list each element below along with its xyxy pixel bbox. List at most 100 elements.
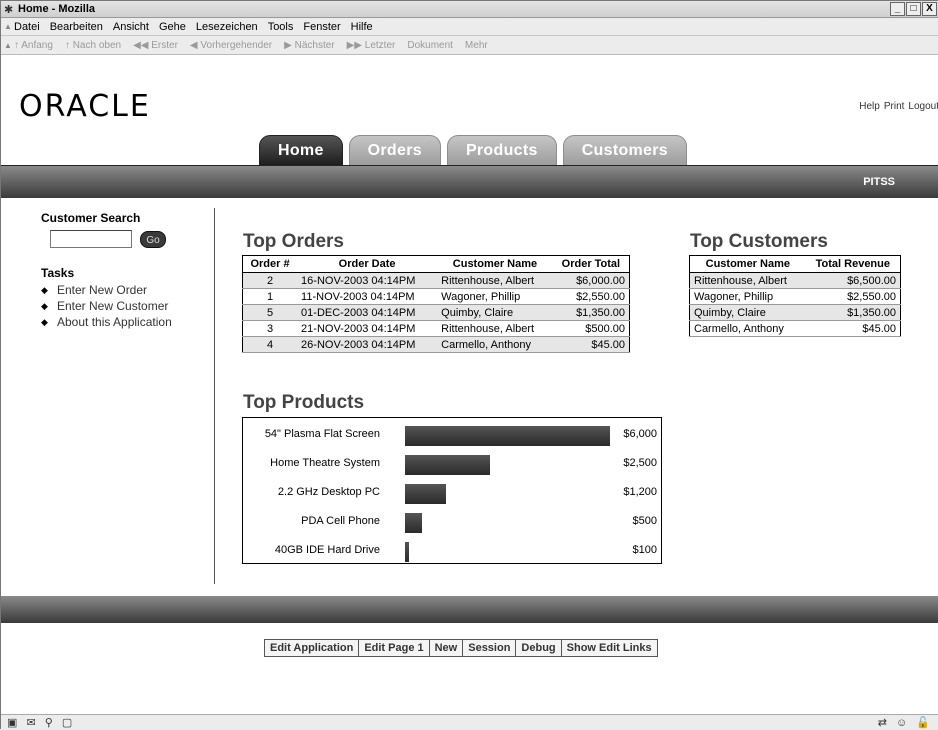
nav-next[interactable]: ▶ Nächster <box>284 40 334 51</box>
show-edit-links-link[interactable]: Show Edit Links <box>562 640 657 656</box>
product-row: Home Theatre System $2,500 <box>243 454 663 475</box>
vertical-divider <box>214 208 215 584</box>
table-cell: $45.00 <box>805 320 901 337</box>
print-link[interactable]: Print <box>884 101 905 112</box>
tab-orders[interactable]: Orders <box>348 135 441 165</box>
edit-page-link[interactable]: Edit Page 1 <box>359 640 430 656</box>
developer-toolbar: Edit Application Edit Page 1 New Session… <box>264 639 658 657</box>
site-navigation-bar: ▲ ↑ Anfang ↑ Nach oben ◀◀ Erster ◀ Vorhe… <box>1 36 938 55</box>
help-link[interactable]: Help <box>859 101 880 112</box>
table-cell: $2,550.00 <box>552 288 630 305</box>
top-customers-title: Top Customers <box>690 231 828 252</box>
main-tabs: Home Orders Products Customers <box>259 135 687 165</box>
menu-gehe[interactable]: Gehe <box>159 21 186 33</box>
table-cell: Quimby, Claire <box>437 304 553 321</box>
tab-customers[interactable]: Customers <box>562 135 687 165</box>
table-cell: Wagoner, Phillip <box>437 288 553 305</box>
browser-window: ✱ Home - Mozilla _ □ X ▲ Datei Bearbeite… <box>0 0 938 730</box>
product-row: 54" Plasma Flat Screen $6,000 <box>243 425 663 446</box>
column-header[interactable]: Order Date <box>297 255 438 273</box>
column-header[interactable]: Customer Name <box>437 255 553 273</box>
table-cell: 16-NOV-2003 04:14PM <box>297 272 438 289</box>
table-row: Quimby, Claire $1,350.00 <box>689 304 901 321</box>
status-left-icons[interactable]: ▣ ✉ ⚲ ▢ <box>7 716 75 729</box>
menu-ansicht[interactable]: Ansicht <box>113 21 149 33</box>
menu-bar: ▲ Datei Bearbeiten Ansicht Gehe Lesezeic… <box>1 18 938 36</box>
nav-more[interactable]: Mehr <box>465 40 488 51</box>
tab-products[interactable]: Products <box>446 135 557 165</box>
table-cell: $6,500.00 <box>805 272 901 289</box>
maximize-button[interactable]: □ <box>906 2 921 16</box>
debug-link[interactable]: Debug <box>516 640 562 656</box>
product-bar <box>405 513 422 533</box>
tasks-title: Tasks <box>41 266 75 280</box>
nav-previous[interactable]: ◀ Vorhergehender <box>190 40 272 51</box>
table-cell: 2 <box>242 272 298 289</box>
tab-home[interactable]: Home <box>259 135 343 165</box>
table-cell: 21-NOV-2003 04:14PM <box>297 320 438 337</box>
page-content: ORACLE Help Print Logout Home Orders Pro… <box>1 55 938 714</box>
table-row: 3 21-NOV-2003 04:14PM Rittenhouse, Albert $… <box>242 320 630 337</box>
new-link[interactable]: New <box>430 640 464 656</box>
table-row: Carmello, Anthony $45.00 <box>689 320 901 337</box>
table-cell: 11-NOV-2003 04:14PM <box>297 288 438 305</box>
footer-band <box>1 596 938 623</box>
current-user: PITSS <box>863 176 895 188</box>
nav-document[interactable]: Dokument <box>407 40 453 51</box>
product-label[interactable]: PDA Cell Phone <box>301 515 380 527</box>
customer-search-title: Customer Search <box>41 211 141 225</box>
table-cell: Carmello, Anthony <box>437 336 553 353</box>
top-products-title: Top Products <box>243 392 365 413</box>
nav-first[interactable]: ◀◀ Erster <box>133 40 178 51</box>
table-row: 4 26-NOV-2003 04:14PM Carmello, Anthony $45… <box>242 336 630 353</box>
task-enter-new-order[interactable]: Enter New Order <box>41 282 211 298</box>
customer-search-input[interactable] <box>50 230 132 248</box>
column-header[interactable]: Total Revenue <box>805 255 901 273</box>
product-label[interactable]: Home Theatre System <box>270 457 380 469</box>
table-cell: 4 <box>242 336 298 353</box>
table-cell: Carmello, Anthony <box>689 320 806 337</box>
table-cell: Rittenhouse, Albert <box>689 272 806 289</box>
table-cell: $45.00 <box>552 336 630 353</box>
menu-datei[interactable]: Datei <box>14 21 40 33</box>
table-cell: Quimby, Claire <box>689 304 806 321</box>
close-button[interactable]: X <box>922 2 937 16</box>
session-link[interactable]: Session <box>463 640 517 656</box>
table-cell: 26-NOV-2003 04:14PM <box>297 336 438 353</box>
column-header[interactable]: Customer Name <box>689 255 806 273</box>
product-value: $1,200 <box>623 486 657 498</box>
edit-application-link[interactable]: Edit Application <box>265 640 360 656</box>
task-about-application[interactable]: About this Application <box>41 314 211 330</box>
go-button[interactable]: Go <box>140 230 166 248</box>
table-cell: $6,000.00 <box>552 272 630 289</box>
table-cell: $2,550.00 <box>805 288 901 305</box>
toolbar-grip-icon[interactable]: ▲ <box>4 22 12 31</box>
header-band: PITSS <box>1 165 938 198</box>
product-label[interactable]: 40GB IDE Hard Drive <box>275 544 380 556</box>
column-header[interactable]: Order # <box>242 255 298 273</box>
product-row: 2.2 GHz Desktop PC $1,200 <box>243 483 663 504</box>
sidebar: Customer Search Go Tasks Enter New Order… <box>41 211 211 330</box>
utility-links: Help Print Logout <box>859 101 938 112</box>
product-value: $500 <box>632 515 657 527</box>
product-label[interactable]: 2.2 GHz Desktop PC <box>278 486 380 498</box>
menu-lesezeichen[interactable]: Lesezeichen <box>196 21 258 33</box>
logout-link[interactable]: Logout <box>908 101 938 112</box>
column-header[interactable]: Order Total <box>552 255 630 273</box>
menu-bearbeiten[interactable]: Bearbeiten <box>50 21 103 33</box>
menu-tools[interactable]: Tools <box>268 21 294 33</box>
toolbar-grip-icon[interactable]: ▲ <box>4 41 12 50</box>
menu-hilfe[interactable]: Hilfe <box>351 21 373 33</box>
table-row: 5 01-DEC-2003 04:14PM Quimby, Claire $1,350… <box>242 304 630 321</box>
task-enter-new-customer[interactable]: Enter New Customer <box>41 298 211 314</box>
product-label[interactable]: 54" Plasma Flat Screen <box>265 428 380 440</box>
table-cell: Rittenhouse, Albert <box>437 320 553 337</box>
product-value: $6,000 <box>623 428 657 440</box>
nav-top[interactable]: ↑ Anfang <box>14 40 53 51</box>
nav-last[interactable]: ▶▶ Letzter <box>347 40 396 51</box>
product-value: $2,500 <box>623 457 657 469</box>
menu-fenster[interactable]: Fenster <box>303 21 340 33</box>
minimize-button[interactable]: _ <box>890 2 905 16</box>
nav-up[interactable]: ↑ Nach oben <box>65 40 121 51</box>
mozilla-app-icon: ✱ <box>4 4 14 16</box>
